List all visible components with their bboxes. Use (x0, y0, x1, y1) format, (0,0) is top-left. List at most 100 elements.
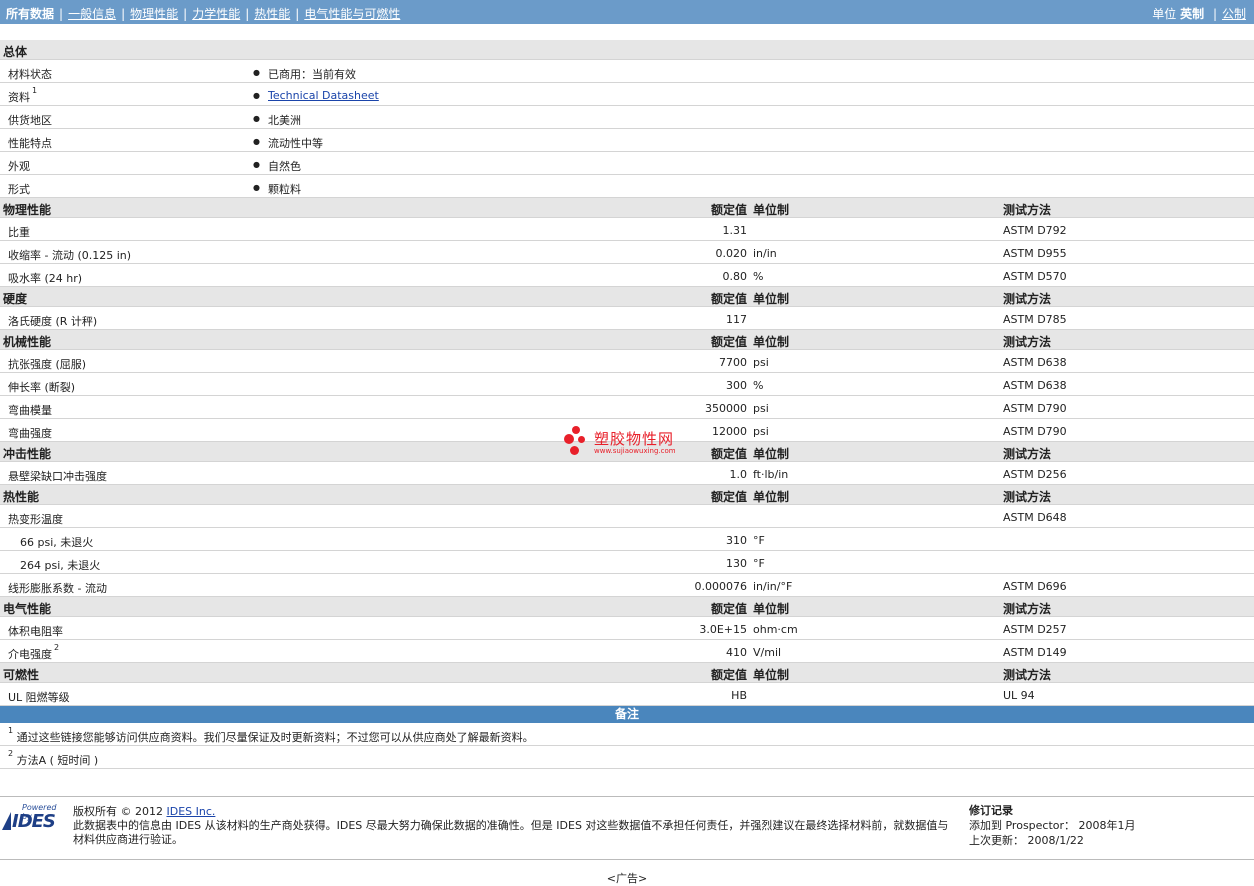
property-row: 热变形温度 ASTM D648 (0, 505, 1254, 528)
property-value: 已商用：当前有效 (268, 68, 356, 81)
note-row: 2 方法A ( 短时间 ) (0, 747, 1254, 769)
footnote-marker: 1 (32, 86, 38, 95)
property-value: 410 (726, 646, 747, 659)
property-label-text: 外观 (8, 160, 30, 173)
nav-link-general[interactable]: 一般信息 (68, 7, 116, 21)
nav-link-mechanical[interactable]: 力学性能 (192, 7, 240, 21)
test-method: ASTM D696 (1003, 580, 1067, 593)
header-unit: 单位制 (753, 447, 790, 461)
property-label: 资料1 (8, 86, 38, 105)
header-unit: 单位制 (753, 292, 790, 306)
property-label-text: 抗张强度 (屈服) (8, 358, 87, 371)
property-label-text: 资料 (8, 91, 30, 104)
property-unit: in/in/°F (753, 580, 793, 593)
copyright-block: 版权所有 © 2012 IDES Inc. 此数据表中的信息由 IDES 从该材… (73, 805, 953, 847)
property-value: 0.000076 (694, 580, 748, 593)
section-header: 可燃性 额定值 单位制 测试方法 (0, 663, 1254, 683)
test-method: ASTM D790 (1003, 402, 1067, 415)
company-link[interactable]: IDES Inc. (167, 805, 216, 818)
property-row: 洛氏硬度 (R 计秤) 117 ASTM D785 (0, 307, 1254, 330)
property-unit: psi (753, 425, 769, 438)
section-header: 热性能 额定值 单位制 测试方法 (0, 485, 1254, 505)
test-method: ASTM D256 (1003, 468, 1067, 481)
property-label-text: 线形膨胀系数 - 流动 (8, 582, 107, 595)
header-test-method: 测试方法 (1003, 292, 1052, 306)
header-test-method: 测试方法 (1003, 490, 1052, 504)
section-title: 冲击性能 (3, 447, 52, 461)
property-value: 北美洲 (268, 114, 301, 127)
test-method: ASTM D570 (1003, 270, 1067, 283)
section-title: 机械性能 (3, 335, 52, 349)
property-label-text: UL 阻燃等级 (8, 691, 70, 704)
header-nominal: 额定值 (710, 602, 747, 616)
property-value: 颗粒料 (268, 183, 301, 196)
property-row: 比重 1.31 ASTM D792 (0, 218, 1254, 241)
general-row: 供货地区 ● 北美洲 (0, 106, 1254, 129)
property-label-text: 体积电阻率 (8, 625, 63, 638)
test-method: ASTM D785 (1003, 313, 1067, 326)
nav-link-electrical[interactable]: 电气性能与可燃性 (304, 7, 400, 21)
note-text: 通过这些链接您能够访问供应商资料。我们尽量保证及时更新资料；不过您可以从供应商处… (16, 731, 534, 744)
property-unit: V/mil (753, 646, 782, 659)
datasheet-link[interactable]: Technical Datasheet (268, 89, 379, 102)
property-label-text: 收缩率 - 流动 (0.125 in) (8, 249, 132, 262)
property-label-text: 吸水率 (24 hr) (8, 272, 83, 285)
header-nominal: 额定值 (710, 292, 747, 306)
property-label: 66 psi, 未退火 (20, 534, 93, 550)
header-nominal: 额定值 (710, 490, 747, 504)
property-row: 抗张强度 (屈服) 7700 psi ASTM D638 (0, 350, 1254, 373)
bullet-icon: ● (253, 114, 260, 123)
added-value: 2008年1月 (1078, 819, 1136, 832)
general-row: 性能特点 ● 流动性中等 (0, 129, 1254, 152)
section-title: 硬度 (3, 292, 28, 306)
section-header: 物理性能 额定值 单位制 测试方法 (0, 198, 1254, 218)
property-label-text: 形式 (8, 183, 30, 196)
nav-link-physical[interactable]: 物理性能 (130, 7, 178, 21)
logo-name: IDES (12, 811, 56, 832)
property-label: 比重 (8, 224, 30, 240)
property-label: 抗张强度 (屈服) (8, 356, 86, 372)
general-row: 资料1 ● Technical Datasheet (0, 83, 1254, 106)
footer: Powered by IDES 版权所有 © 2012 IDES Inc. 此数… (0, 796, 1254, 860)
property-label-text: 悬壁梁缺口冲击强度 (8, 470, 107, 483)
note-number: 1 (8, 726, 14, 735)
note-text: 方法A ( 短时间 ) (16, 754, 99, 767)
property-label-text: 弯曲强度 (8, 427, 52, 440)
property-row: 介电强度2 410 V/mil ASTM D149 (0, 640, 1254, 663)
property-label: 264 psi, 未退火 (20, 557, 100, 573)
revision-history: 修订记录 添加到 Prospector： 2008年1月 上次更新： 2008/… (969, 803, 1136, 848)
updated-label: 上次更新： (969, 834, 1024, 847)
watermark-name: 塑胶物性网 (594, 430, 675, 448)
top-nav-bar: 所有数据 | 一般信息 | 物理性能 | 力学性能 | 热性能 | 电气性能与可燃性 单位 英制 |… (0, 0, 1254, 24)
header-nominal: 额定值 (710, 203, 747, 217)
property-label: 体积电阻率 (8, 623, 63, 639)
property-label-text: 比重 (8, 226, 30, 239)
property-unit: psi (753, 356, 769, 369)
property-unit: °F (753, 557, 765, 570)
section-header: 硬度 额定值 单位制 测试方法 (0, 287, 1254, 307)
test-method: ASTM D638 (1003, 379, 1067, 392)
general-row: 形式 ● 颗粒料 (0, 175, 1254, 198)
note-number: 2 (8, 749, 14, 758)
section-header: 电气性能 额定值 单位制 测试方法 (0, 597, 1254, 617)
header-test-method: 测试方法 (1003, 447, 1052, 461)
units-metric-link[interactable]: 公制 (1222, 7, 1246, 21)
property-label-text: 弯曲模量 (8, 404, 52, 417)
test-method: UL 94 (1003, 689, 1035, 702)
property-row: 悬壁梁缺口冲击强度 1.0 ft·lb/in ASTM D256 (0, 462, 1254, 485)
nav-link-thermal[interactable]: 热性能 (254, 7, 290, 21)
property-label: 热变形温度 (8, 511, 63, 527)
property-label: 吸水率 (24 hr) (8, 270, 82, 286)
property-row: 伸长率 (断裂) 300% ASTM D638 (0, 373, 1254, 396)
bullet-icon: ● (253, 183, 260, 192)
bullet-icon: ● (253, 137, 260, 146)
property-label: 介电强度2 (8, 643, 59, 662)
property-value: 12000 (712, 425, 747, 438)
unit-switcher: 单位 英制 | 公制 (1152, 7, 1246, 21)
property-label: 性能特点 (8, 135, 52, 151)
test-method: ASTM D638 (1003, 356, 1067, 369)
nav-current: 所有数据 (6, 7, 55, 21)
property-unit: % (753, 379, 764, 392)
property-value: 自然色 (268, 160, 301, 173)
property-value: HB (731, 689, 747, 702)
